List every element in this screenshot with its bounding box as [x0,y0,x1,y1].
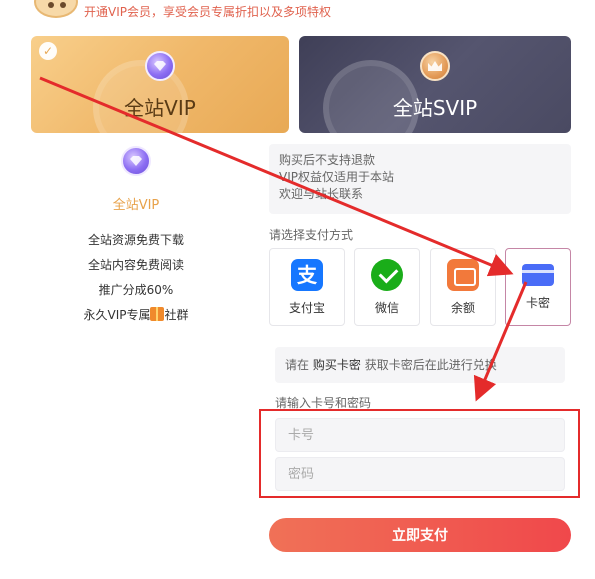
benefit-item: 推广分成60% [98,283,174,297]
promo-text: 开通VIP会员，享受会员专属折扣以及多项特权 [84,5,331,19]
diamond-icon [121,146,151,176]
notice-line: 欢迎与站长联系 [279,187,364,201]
benefit-text: 永久VIP专属 [83,308,151,322]
promo-header: 开通VIP会员，享受会员专属折扣以及多项特权 [0,0,595,24]
diamond-icon [145,51,175,81]
hint-suffix: 获取卡密后在此进行兑换 [364,358,497,372]
avatar [34,0,78,18]
payment-method-label: 余额 [450,301,475,315]
payment-section-label: 请选择支付方式 [269,228,354,242]
wechat-icon [371,259,403,291]
payment-method-label: 微信 [374,301,399,315]
crown-icon [420,51,450,81]
payment-method-wechat[interactable]: 微信 [354,248,420,326]
hint-prefix: 请在 [285,358,310,372]
vip-detail-title: 全站VIP [112,198,160,213]
benefit-list: 全站资源免费下载 全站内容免费阅读 推广分成60% 永久VIP专属 社群 [31,228,241,328]
payment-method-alipay[interactable]: 支 支付宝 [269,248,345,326]
benefit-item: 永久VIP专属 社群 [31,303,241,328]
plan-card-svip[interactable]: 全站SVIP [299,36,571,133]
card-input-label: 请输入卡号和密码 [275,396,372,410]
payment-method-label: 卡密 [525,296,550,310]
benefit-item: 全站资源免费下载 [87,233,184,247]
wallet-icon [447,259,479,291]
plan-label-vip: 全站VIP [124,96,196,120]
notice-line: 购买后不支持退款 [279,153,376,167]
purchase-notice: 购买后不支持退款 VIP权益仅适用于本站 欢迎与站长联系 [269,144,571,214]
card-number-input[interactable] [275,418,565,452]
benefit-item: 全站内容免费阅读 [87,258,184,272]
checkmark-icon: ✓ [39,42,57,60]
plan-label-svip: 全站SVIP [392,96,478,120]
payment-method-label: 支付宝 [288,301,325,315]
payment-method-balance[interactable]: 余额 [430,248,496,326]
buy-card-link[interactable]: 购买卡密 [313,358,361,372]
card-icon [522,264,554,286]
card-password-input[interactable] [275,457,565,491]
pay-now-button[interactable]: 立即支付 [269,518,571,552]
notice-line: VIP权益仅适用于本站 [279,170,394,184]
alipay-icon: 支 [291,259,323,291]
payment-method-card[interactable]: 卡密 [505,248,571,326]
card-redeem-hint: 请在 购买卡密 获取卡密后在此进行兑换 [275,347,565,383]
plan-card-vip[interactable]: ✓ 全站VIP [31,36,289,133]
benefit-text: 社群 [164,308,189,322]
vip-detail: 全站VIP 全站资源免费下载 全站内容免费阅读 推广分成60% 永久VIP专属社… [31,146,241,328]
gift-icon [150,307,165,321]
